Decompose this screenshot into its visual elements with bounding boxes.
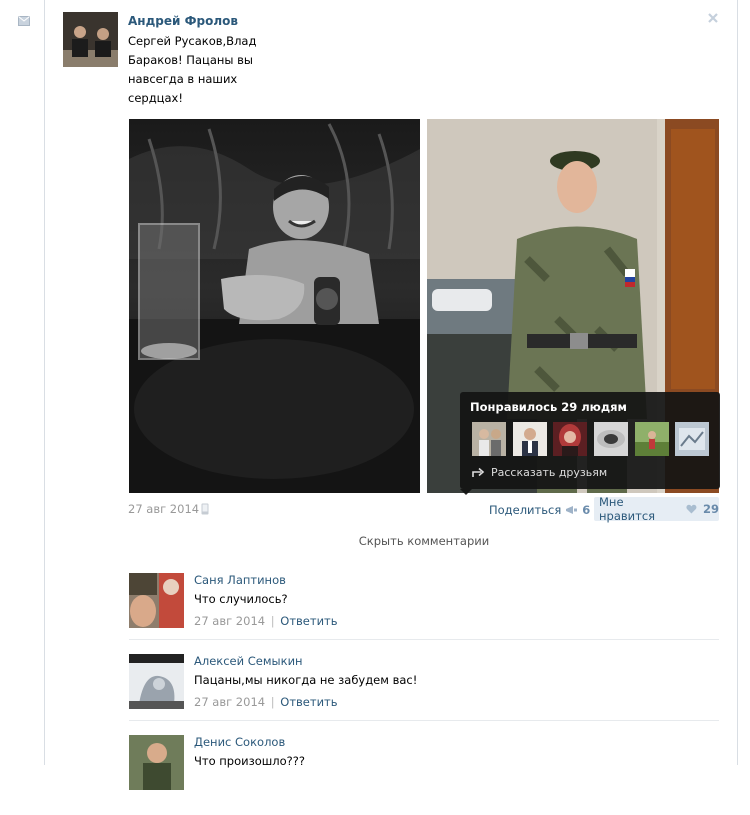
heart-icon [686, 504, 697, 514]
post-author-name[interactable]: Андрей Фролов [128, 14, 238, 28]
comment-author[interactable]: Саня Лаптинов [194, 573, 286, 587]
tell-friends-label: Рассказать друзьям [491, 466, 608, 479]
like-count: 29 [702, 502, 719, 516]
mail-icon[interactable] [18, 16, 30, 26]
comment-meta: 27 авг 2014 | Ответить [194, 614, 338, 628]
phone-icon [201, 503, 209, 515]
likes-popup-title[interactable]: Понравилось 29 людям [470, 400, 627, 414]
share-arrow-icon [472, 467, 485, 477]
comment-text: Пацаны,мы никогда не забудем вас! [194, 673, 418, 687]
post-text: Сергей Русаков,Влад Бараков! Пацаны вы н… [128, 34, 257, 105]
comment-date[interactable]: 27 авг 2014 [194, 614, 265, 628]
liker-avatar[interactable] [594, 422, 628, 456]
hide-comments-link[interactable]: Скрыть комментарии [129, 534, 719, 548]
liker-avatar[interactable] [635, 422, 669, 456]
tell-friends-link[interactable]: Рассказать друзьям [472, 466, 607, 479]
comment-avatar[interactable] [129, 654, 184, 709]
post-photo-1[interactable] [129, 119, 420, 493]
share-label: Поделиться [489, 502, 562, 517]
comment-avatar[interactable] [129, 573, 184, 628]
comment-text: Что произошло??? [194, 754, 305, 768]
comment-meta: 27 авг 2014 | Ответить [194, 695, 338, 709]
feed-column: Андрей Фролов Сергей Русаков,Влад Барако… [44, 0, 738, 790]
liker-avatar[interactable] [553, 422, 587, 456]
megaphone-icon [566, 505, 578, 514]
comment: Алексей Семыкин Пацаны,мы никогда не заб… [129, 654, 719, 734]
likes-popup: Понравилось 29 людям Рассказать друзьям [460, 392, 720, 495]
comment-date[interactable]: 27 авг 2014 [194, 695, 265, 709]
post-date[interactable]: 27 авг 2014 [128, 502, 199, 516]
comment-divider [129, 720, 719, 721]
like-label: Мне нравится [599, 495, 656, 523]
wall-post: Андрей Фролов Сергей Русаков,Влад Барако… [45, 0, 737, 790]
comment-avatar[interactable] [129, 735, 184, 790]
comment: Саня Лаптинов Что случилось? 27 авг 2014… [129, 573, 719, 653]
reply-link[interactable]: Ответить [280, 614, 337, 628]
author-avatar[interactable] [63, 12, 118, 67]
meta-separator: | [267, 695, 279, 709]
liker-avatar[interactable] [513, 422, 547, 456]
comment-text: Что случилось? [194, 592, 288, 606]
comment: Денис Соколов Что произошло??? [129, 735, 719, 815]
liker-avatar[interactable] [472, 422, 506, 456]
meta-separator: | [267, 614, 279, 628]
comment-author[interactable]: Денис Соколов [194, 735, 285, 749]
like-button[interactable]: Мне нравится 29 [594, 495, 719, 523]
comment-divider [129, 639, 719, 640]
comment-author[interactable]: Алексей Семыкин [194, 654, 303, 668]
liker-avatar[interactable] [675, 422, 709, 456]
reply-link[interactable]: Ответить [280, 695, 337, 709]
left-rail [0, 0, 44, 765]
share-count: 6 [582, 502, 591, 517]
share-button[interactable]: Поделиться 6 [489, 500, 590, 519]
popup-pointer [460, 489, 472, 495]
close-icon[interactable] [707, 12, 719, 24]
